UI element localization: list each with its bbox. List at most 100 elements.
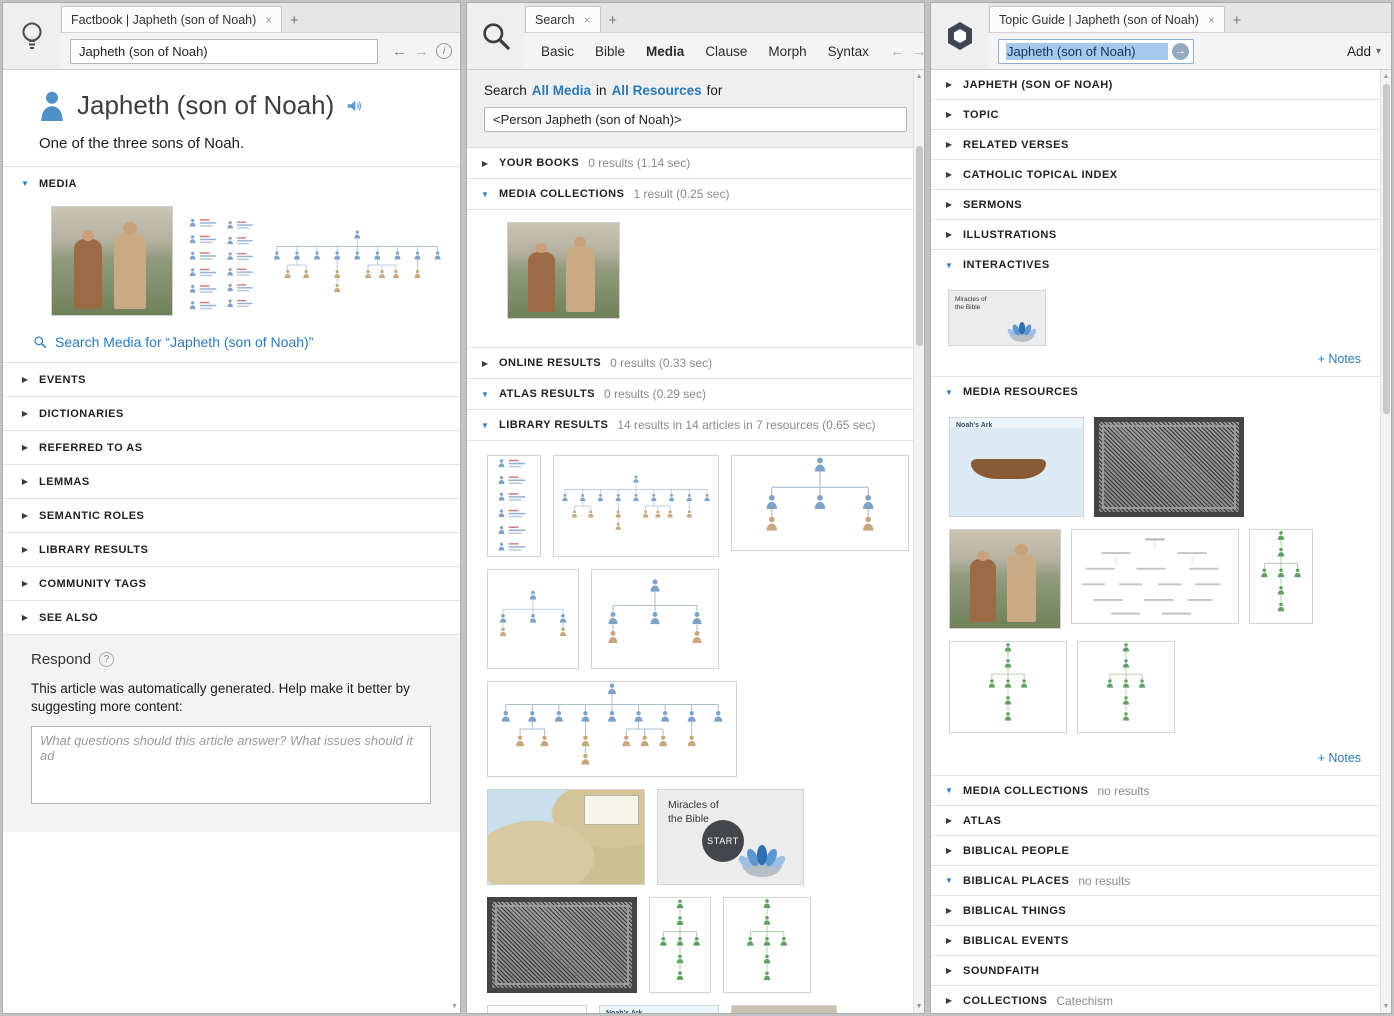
group-online-results[interactable]: ▶ ONLINE RESULTS 0 results (0.33 sec) (467, 348, 924, 379)
group-media-collections[interactable]: ▼ MEDIA COLLECTIONS 1 result (0.25 sec) (467, 179, 924, 210)
section-atlas[interactable]: ▶ ATLAS (931, 806, 1391, 836)
close-icon[interactable]: × (265, 13, 272, 27)
respond-textarea[interactable] (31, 726, 431, 805)
close-icon[interactable]: × (584, 13, 591, 27)
back-icon[interactable]: ← (890, 43, 905, 60)
forward-icon[interactable]: → (912, 43, 924, 60)
section-japheth-son-of-noah[interactable]: ▶ JAPHETH (SON OF NOAH) (931, 70, 1391, 100)
media-thumb-engraving[interactable] (1094, 417, 1244, 517)
section-soundfaith[interactable]: ▶ SOUNDFAITH (931, 956, 1391, 986)
close-icon[interactable]: × (1208, 13, 1215, 27)
new-tab-button[interactable]: + (1225, 8, 1249, 32)
section-media-resources[interactable]: ▼ MEDIA RESOURCES (931, 377, 1391, 407)
section-sermons[interactable]: ▶ SERMONS (931, 190, 1391, 220)
chevron-right-icon: ▶ (21, 511, 29, 520)
media-thumb-genealogy[interactable] (731, 455, 909, 551)
topic-guide-search-input[interactable]: Japheth (son of Noah) → (998, 38, 1194, 64)
factbook-search-input[interactable] (70, 38, 378, 64)
add-button[interactable]: Add ▾ (1347, 44, 1381, 59)
media-thumb-miracles-interactive[interactable]: Miracles of the Bible START (657, 789, 804, 885)
group-atlas-results[interactable]: ▼ ATLAS RESULTS 0 results (0.29 sec) (467, 379, 924, 410)
media-thumb-genealogy[interactable] (591, 569, 719, 669)
all-media-link[interactable]: All Media (532, 83, 591, 98)
media-thumb-map[interactable] (487, 789, 645, 885)
interactive-thumb-miracles[interactable]: Miracles of the Bible (948, 290, 1046, 346)
media-thumb-family-tree[interactable] (1249, 529, 1313, 624)
scroll-up-icon[interactable]: ▲ (914, 73, 924, 80)
media-thumb-painting[interactable] (949, 529, 1061, 629)
tab-morph[interactable]: Morph (761, 44, 813, 59)
media-thumb-genealogy[interactable] (553, 455, 719, 557)
section-catholic-topical-index[interactable]: ▶ CATHOLIC TOPICAL INDEX (931, 160, 1391, 190)
tab-bible[interactable]: Bible (588, 44, 632, 59)
media-thumb-chart[interactable] (1071, 529, 1239, 624)
vertical-scrollbar[interactable]: ▲ ▼ (913, 70, 924, 1013)
section-media[interactable]: ▼ MEDIA (3, 166, 460, 200)
media-thumb-infographic[interactable]: Noah's Ark (949, 417, 1084, 517)
add-notes-link[interactable]: + Notes (931, 745, 1391, 775)
scroll-down-icon[interactable]: ▼ (914, 1003, 924, 1010)
media-thumb-genealogy[interactable] (487, 681, 737, 777)
search-media-link[interactable]: Search Media for “Japheth (son of Noah)” (3, 332, 460, 362)
media-thumb-painting[interactable] (51, 206, 173, 316)
tab-search[interactable]: Search × (525, 6, 601, 32)
media-thumb-painting[interactable] (731, 1005, 837, 1013)
media-thumb-family-tree[interactable] (649, 897, 711, 993)
section-collections[interactable]: ▶ COLLECTIONS Catechism (931, 986, 1391, 1013)
media-thumb-painting[interactable] (507, 222, 620, 319)
section-biblical-people[interactable]: ▶ BIBLICAL PEOPLE (931, 836, 1391, 866)
section-biblical-events[interactable]: ▶ BIBLICAL EVENTS (931, 926, 1391, 956)
scrollbar-thumb[interactable] (916, 146, 923, 346)
section-illustrations[interactable]: ▶ ILLUSTRATIONS (931, 220, 1391, 250)
media-thumb-family-tree[interactable] (723, 897, 811, 993)
speaker-icon[interactable] (346, 99, 363, 113)
help-icon[interactable]: ? (99, 652, 115, 667)
section-media-collections[interactable]: ▼ MEDIA COLLECTIONS no results (931, 776, 1391, 806)
section-biblical-things[interactable]: ▶ BIBLICAL THINGS (931, 896, 1391, 926)
media-thumb-family-tree[interactable] (1077, 641, 1175, 733)
tab-factbook[interactable]: Factbook | Japheth (son of Noah) × (61, 6, 283, 32)
tab-basic[interactable]: Basic (534, 44, 581, 59)
tab-clause[interactable]: Clause (698, 44, 754, 59)
vertical-scrollbar[interactable]: ▼ (449, 70, 460, 1013)
media-thumb-infographic[interactable]: Noah's Ark (599, 1005, 719, 1013)
go-icon[interactable]: → (1172, 42, 1189, 60)
scroll-down-icon[interactable]: ▼ (449, 1003, 460, 1010)
media-thumb-engraving[interactable] (487, 897, 637, 993)
back-icon[interactable]: ← (392, 43, 407, 60)
chevron-right-icon: ▶ (945, 110, 953, 119)
section-events[interactable]: ▶ EVENTS (3, 362, 460, 396)
all-resources-link[interactable]: All Resources (612, 83, 702, 98)
scroll-down-icon[interactable]: ▼ (1381, 1003, 1391, 1010)
section-related-verses[interactable]: ▶ RELATED VERSES (931, 130, 1391, 160)
scroll-up-icon[interactable]: ▲ (1381, 73, 1391, 80)
media-thumb-family-tree[interactable] (949, 641, 1067, 733)
media-thumb-genealogy[interactable] (487, 569, 579, 669)
section-topic[interactable]: ▶ TOPIC (931, 100, 1391, 130)
section-referred-to-as[interactable]: ▶ REFERRED TO AS (3, 430, 460, 464)
group-library-results[interactable]: ▼ LIBRARY RESULTS 14 results in 14 artic… (467, 410, 924, 441)
search-query-input[interactable] (484, 107, 907, 132)
forward-icon[interactable]: → (414, 43, 429, 60)
tab-syntax[interactable]: Syntax (821, 44, 876, 59)
section-dictionaries[interactable]: ▶ DICTIONARIES (3, 396, 460, 430)
section-lemmas[interactable]: ▶ LEMMAS (3, 464, 460, 498)
media-thumb-person-list[interactable] (487, 455, 541, 557)
section-interactives[interactable]: ▼ INTERACTIVES (931, 250, 1391, 280)
media-thumb-genealogy[interactable] (187, 206, 450, 324)
tab-media[interactable]: Media (639, 44, 691, 59)
media-thumb-chart[interactable] (487, 1005, 587, 1013)
section-biblical-places[interactable]: ▼ BIBLICAL PLACES no results (931, 866, 1391, 896)
group-your-books[interactable]: ▶ YOUR BOOKS 0 results (1.14 sec) (467, 148, 924, 179)
new-tab-button[interactable]: + (601, 8, 625, 32)
scrollbar-thumb[interactable] (1383, 84, 1390, 414)
section-library-results[interactable]: ▶ LIBRARY RESULTS (3, 532, 460, 566)
vertical-scrollbar[interactable]: ▲ ▼ (1380, 70, 1391, 1013)
add-notes-link[interactable]: + Notes (931, 346, 1391, 376)
tab-topic-guide[interactable]: Topic Guide | Japheth (son of Noah) × (989, 6, 1225, 32)
section-semantic-roles[interactable]: ▶ SEMANTIC ROLES (3, 498, 460, 532)
section-see-also[interactable]: ▶ SEE ALSO (3, 600, 460, 634)
new-tab-button[interactable]: + (282, 8, 306, 32)
info-icon[interactable]: i (436, 43, 452, 59)
section-community-tags[interactable]: ▶ COMMUNITY TAGS (3, 566, 460, 600)
